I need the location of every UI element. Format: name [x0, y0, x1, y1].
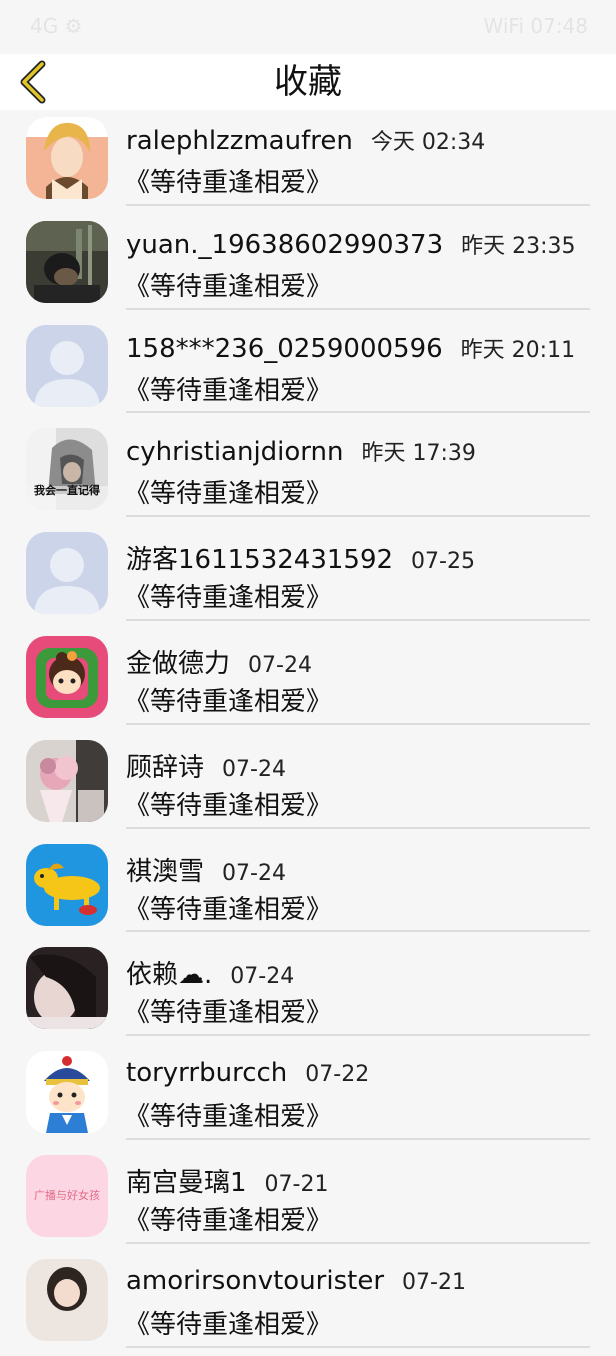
header-bar: 收藏	[0, 54, 616, 110]
item-header: amorirsonvtourister 07-21	[126, 1266, 466, 1302]
user-name[interactable]: 顾辞诗	[126, 747, 204, 784]
user-name[interactable]: 游客1611532431592	[126, 539, 393, 576]
user-name[interactable]: 金做德力	[126, 643, 230, 680]
list-item[interactable]: 金做德力 07-24 《等待重逢相爱》	[0, 629, 616, 733]
user-name[interactable]: cyhristianjdiornn	[126, 437, 344, 467]
status-right: WiFi 07:48	[483, 14, 589, 38]
avatar[interactable]: 我会一直记得	[26, 428, 108, 511]
list-item[interactable]: yuan._19638602990373 昨天 23:35 《等待重逢相爱》	[0, 214, 616, 318]
book-title[interactable]: 《等待重逢相爱》	[124, 785, 332, 822]
avatar[interactable]	[26, 1258, 108, 1341]
user-name[interactable]: yuan._19638602990373	[126, 230, 443, 260]
divider	[126, 1241, 590, 1244]
list-item[interactable]: 我会一直记得 cyhristianjdiornn 昨天 17:39 《等待重逢相爱》	[0, 421, 616, 525]
user-name[interactable]: 依赖☁︎.	[126, 954, 212, 991]
item-header: ralephlzzmaufren 今天 02:34	[126, 124, 485, 160]
timestamp: 昨天 23:35	[461, 233, 576, 259]
divider	[126, 1034, 590, 1037]
item-header: 褀澳雪 07-24	[126, 851, 286, 887]
avatar[interactable]	[26, 739, 108, 822]
timestamp: 07-24	[222, 756, 286, 782]
avatar[interactable]	[26, 532, 108, 615]
favorites-list: ralephlzzmaufren 今天 02:34 《等待重逢相爱》 yuan._1…	[0, 110, 616, 1356]
item-header: 顾辞诗 07-24	[126, 747, 286, 783]
list-item[interactable]: toryrrburcch 07-22 《等待重逢相爱》	[0, 1044, 616, 1148]
page-title: 收藏	[274, 62, 342, 102]
avatar-caption: 我会一直记得	[34, 484, 100, 498]
divider	[126, 618, 590, 621]
timestamp: 昨天 17:39	[361, 441, 476, 467]
book-title[interactable]: 《等待重逢相爱》	[124, 577, 332, 614]
item-header: yuan._19638602990373 昨天 23:35	[126, 228, 576, 264]
book-title[interactable]: 《等待重逢相爱》	[124, 370, 332, 407]
status-left: 4G ⚙	[30, 14, 83, 38]
book-title[interactable]: 《等待重逢相爱》	[124, 992, 332, 1029]
avatar[interactable]	[26, 1051, 108, 1134]
timestamp: 07-22	[305, 1062, 370, 1088]
avatar[interactable]	[26, 324, 108, 407]
avatar[interactable]	[26, 220, 108, 303]
book-title[interactable]: 《等待重逢相爱》	[124, 162, 332, 199]
timestamp: 07-21	[264, 1171, 329, 1197]
divider	[126, 722, 590, 725]
user-name[interactable]: 南宫曼璃1	[126, 1162, 247, 1199]
timestamp: 07-25	[411, 549, 475, 575]
divider	[126, 1137, 590, 1140]
avatar-caption: 广播与好女孩	[34, 1188, 100, 1202]
divider	[126, 515, 590, 518]
book-title[interactable]: 《等待重逢相爱》	[124, 266, 332, 303]
avatar[interactable]	[26, 635, 108, 718]
divider	[126, 826, 590, 829]
list-item[interactable]: amorirsonvtourister 07-21 《等待重逢相爱》	[0, 1252, 616, 1356]
list-item[interactable]: 依赖☁︎. 07-24 《等待重逢相爱》	[0, 940, 616, 1044]
avatar[interactable]	[26, 117, 108, 199]
book-title[interactable]: 《等待重逢相爱》	[124, 889, 332, 926]
book-title[interactable]: 《等待重逢相爱》	[124, 1200, 332, 1237]
book-title[interactable]: 《等待重逢相爱》	[124, 1304, 332, 1341]
item-header: cyhristianjdiornn 昨天 17:39	[126, 435, 476, 471]
list-item[interactable]: ralephlzzmaufren 今天 02:34 《等待重逢相爱》	[0, 110, 616, 214]
item-header: 依赖☁︎. 07-24	[126, 954, 294, 990]
timestamp: 07-24	[230, 964, 295, 990]
avatar[interactable]	[26, 843, 108, 926]
item-header: 158***236_0259000596 昨天 20:11	[126, 332, 575, 368]
user-name[interactable]: ralephlzzmaufren	[126, 126, 353, 156]
item-header: toryrrburcch 07-22	[126, 1058, 369, 1094]
list-item[interactable]: 广播与好女孩 南宫曼璃1 07-21 《等待重逢相爱》	[0, 1148, 616, 1252]
user-name[interactable]: 褀澳雪	[126, 851, 204, 888]
item-header: 游客1611532431592 07-25	[126, 539, 475, 575]
item-header: 南宫曼璃1 07-21	[126, 1162, 328, 1198]
timestamp: 07-21	[402, 1269, 466, 1295]
user-name[interactable]: toryrrburcch	[126, 1058, 287, 1088]
user-name[interactable]: amorirsonvtourister	[126, 1266, 384, 1296]
status-bar: 4G ⚙ WiFi 07:48	[0, 0, 616, 54]
user-name[interactable]: 158***236_0259000596	[126, 334, 443, 364]
timestamp: 07-24	[248, 652, 312, 678]
divider	[126, 411, 590, 414]
timestamp: 07-24	[222, 860, 286, 886]
book-title[interactable]: 《等待重逢相爱》	[124, 681, 332, 718]
timestamp: 昨天 20:11	[460, 337, 576, 363]
avatar[interactable]: 广播与好女孩	[26, 1154, 108, 1237]
timestamp: 今天 02:34	[370, 130, 486, 155]
item-header: 金做德力 07-24	[126, 643, 312, 679]
list-item[interactable]: 158***236_0259000596 昨天 20:11 《等待重逢相爱》	[0, 318, 616, 422]
book-title[interactable]: 《等待重逢相爱》	[124, 1096, 332, 1133]
divider	[126, 1345, 590, 1348]
divider	[126, 930, 590, 933]
list-item[interactable]: 顾辞诗 07-24 《等待重逢相爱》	[0, 733, 616, 837]
divider	[126, 203, 590, 206]
list-item[interactable]: 褀澳雪 07-24 《等待重逢相爱》	[0, 837, 616, 941]
avatar[interactable]	[26, 947, 108, 1030]
list-item[interactable]: 游客1611532431592 07-25 《等待重逢相爱》	[0, 525, 616, 629]
divider	[126, 307, 590, 310]
book-title[interactable]: 《等待重逢相爱》	[124, 473, 332, 510]
